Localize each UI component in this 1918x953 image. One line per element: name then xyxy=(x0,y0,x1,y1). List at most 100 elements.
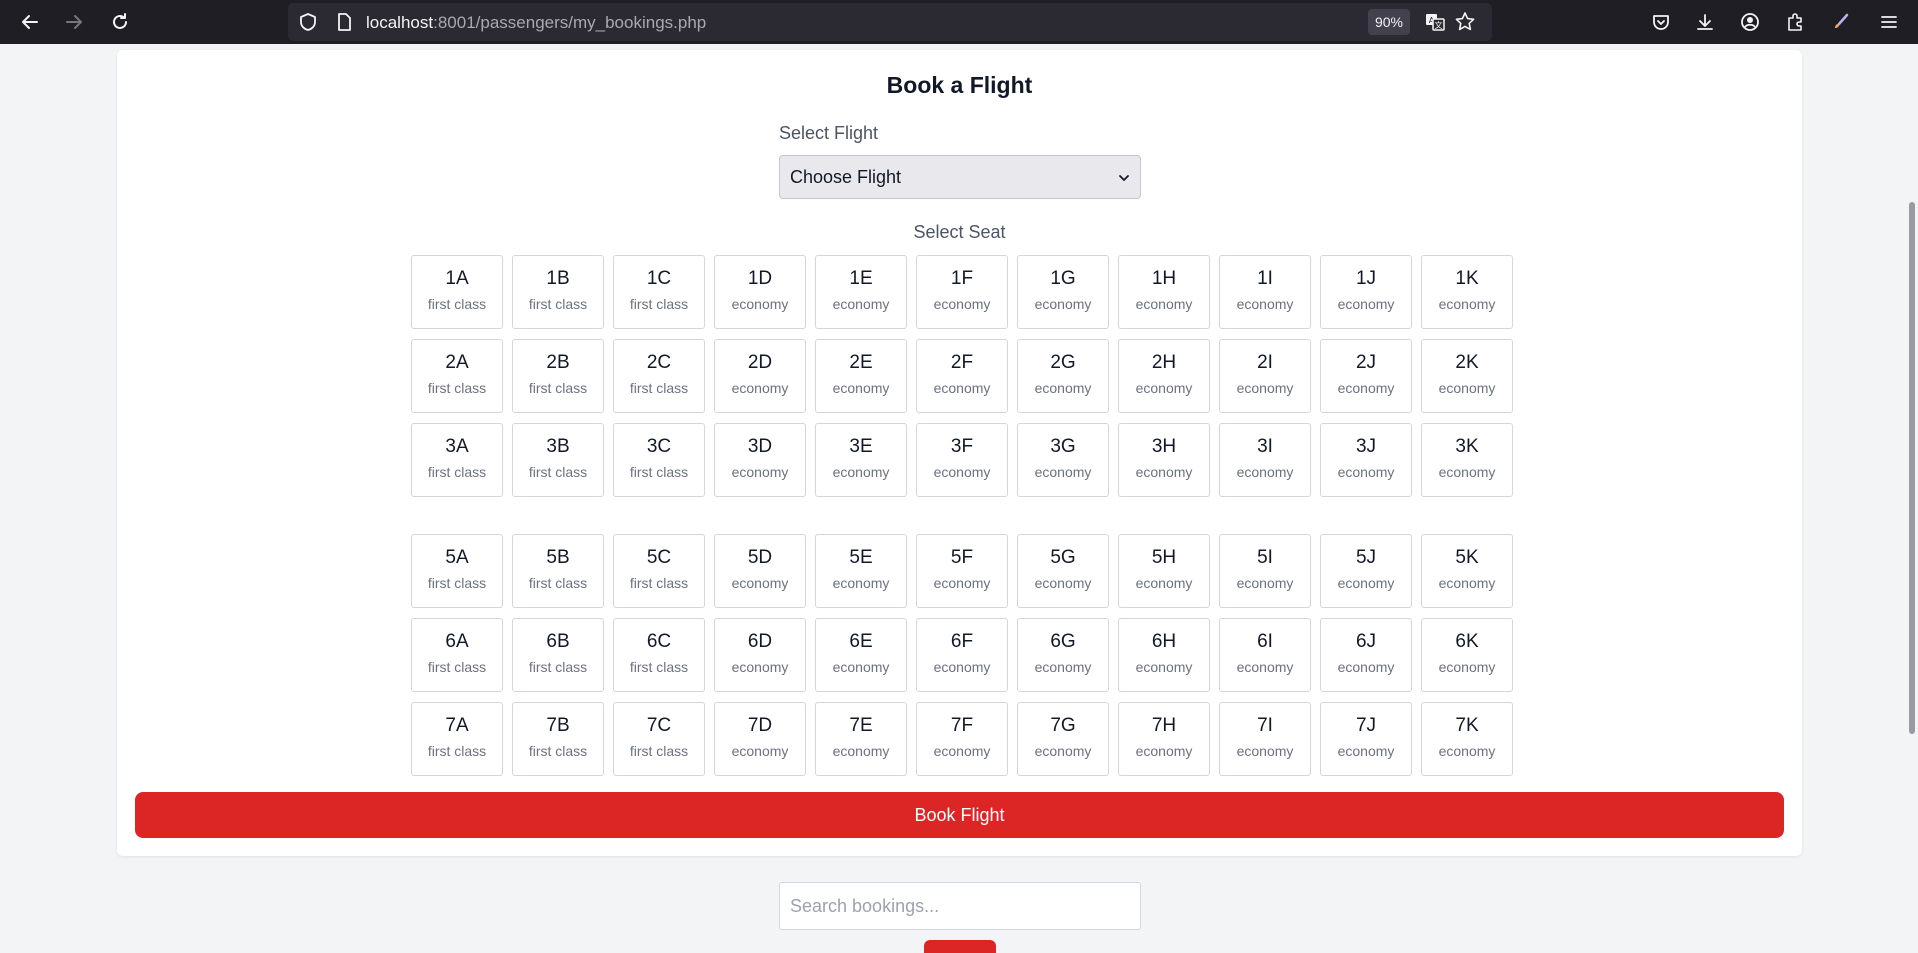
seat-5j[interactable]: 5J economy xyxy=(1320,534,1412,608)
customize-button[interactable] xyxy=(1828,9,1854,35)
seat-5b[interactable]: 5B first class xyxy=(512,534,604,608)
seat-3b[interactable]: 3B first class xyxy=(512,423,604,497)
seat-7g[interactable]: 7G economy xyxy=(1017,702,1109,776)
seat-6d[interactable]: 6D economy xyxy=(714,618,806,692)
seat-7i[interactable]: 7I economy xyxy=(1219,702,1311,776)
seat-number: 5K xyxy=(1455,547,1479,568)
seat-5e[interactable]: 5E economy xyxy=(815,534,907,608)
seat-5g[interactable]: 5G economy xyxy=(1017,534,1109,608)
seat-class: economy xyxy=(1034,659,1092,675)
seat-7a[interactable]: 7A first class xyxy=(411,702,503,776)
seat-7f[interactable]: 7F economy xyxy=(916,702,1008,776)
seat-5d[interactable]: 5D economy xyxy=(714,534,806,608)
seat-1f[interactable]: 1F economy xyxy=(916,255,1008,329)
seat-class: economy xyxy=(1337,575,1395,591)
seat-2e[interactable]: 2E economy xyxy=(815,339,907,413)
seat-number: 7F xyxy=(950,715,974,736)
app-menu-button[interactable] xyxy=(1876,9,1902,35)
shield-icon[interactable] xyxy=(298,12,318,32)
flight-select[interactable]: Choose Flight xyxy=(779,155,1141,199)
seat-2k[interactable]: 2K economy xyxy=(1421,339,1513,413)
seat-class: economy xyxy=(1034,380,1092,396)
seat-5f[interactable]: 5F economy xyxy=(916,534,1008,608)
search-bookings-input[interactable] xyxy=(779,882,1141,930)
seat-7j[interactable]: 7J economy xyxy=(1320,702,1412,776)
seat-class: first class xyxy=(629,575,689,591)
seat-3h[interactable]: 3H economy xyxy=(1118,423,1210,497)
seat-5c[interactable]: 5C first class xyxy=(613,534,705,608)
seat-5a[interactable]: 5A first class xyxy=(411,534,503,608)
seat-1e[interactable]: 1E economy xyxy=(815,255,907,329)
reload-button[interactable] xyxy=(104,6,136,38)
seat-6c[interactable]: 6C first class xyxy=(613,618,705,692)
seat-7b[interactable]: 7B first class xyxy=(512,702,604,776)
seat-class: first class xyxy=(427,380,487,396)
seat-2j[interactable]: 2J economy xyxy=(1320,339,1412,413)
zoom-level-badge[interactable]: 90% xyxy=(1368,9,1410,35)
back-button[interactable] xyxy=(14,6,46,38)
address-bar[interactable]: localhost:8001/passengers/my_bookings.ph… xyxy=(288,3,1492,41)
seat-1b[interactable]: 1B first class xyxy=(512,255,604,329)
seat-3i[interactable]: 3I economy xyxy=(1219,423,1311,497)
seat-class: economy xyxy=(832,464,890,480)
downloads-button[interactable] xyxy=(1692,9,1718,35)
seat-6j[interactable]: 6J economy xyxy=(1320,618,1412,692)
seat-7k[interactable]: 7K economy xyxy=(1421,702,1513,776)
seat-6e[interactable]: 6E economy xyxy=(815,618,907,692)
browser-toolbar: localhost:8001/passengers/my_bookings.ph… xyxy=(0,0,1918,44)
seat-6h[interactable]: 6H economy xyxy=(1118,618,1210,692)
seat-2a[interactable]: 2A first class xyxy=(411,339,503,413)
seat-6b[interactable]: 6B first class xyxy=(512,618,604,692)
seat-6a[interactable]: 6A first class xyxy=(411,618,503,692)
seat-5k[interactable]: 5K economy xyxy=(1421,534,1513,608)
seat-3g[interactable]: 3G economy xyxy=(1017,423,1109,497)
seat-3a[interactable]: 3A first class xyxy=(411,423,503,497)
seat-3c[interactable]: 3C first class xyxy=(613,423,705,497)
url-text[interactable]: localhost:8001/passengers/my_bookings.ph… xyxy=(366,13,706,33)
seat-2g[interactable]: 2G economy xyxy=(1017,339,1109,413)
seat-2c[interactable]: 2C first class xyxy=(613,339,705,413)
seat-3k[interactable]: 3K economy xyxy=(1421,423,1513,497)
account-button[interactable] xyxy=(1737,9,1763,35)
seat-7c[interactable]: 7C first class xyxy=(613,702,705,776)
scrollbar-thumb[interactable] xyxy=(1909,202,1915,734)
seat-3d[interactable]: 3D economy xyxy=(714,423,806,497)
url-host: localhost xyxy=(366,13,434,32)
translate-icon[interactable]: A文 xyxy=(1424,11,1446,33)
seat-6g[interactable]: 6G economy xyxy=(1017,618,1109,692)
seat-1i[interactable]: 1I economy xyxy=(1219,255,1311,329)
seat-2d[interactable]: 2D economy xyxy=(714,339,806,413)
seat-6i[interactable]: 6I economy xyxy=(1219,618,1311,692)
seat-6k[interactable]: 6K economy xyxy=(1421,618,1513,692)
seat-1g[interactable]: 1G economy xyxy=(1017,255,1109,329)
seat-6f[interactable]: 6F economy xyxy=(916,618,1008,692)
seat-3j[interactable]: 3J economy xyxy=(1320,423,1412,497)
seat-1c[interactable]: 1C first class xyxy=(613,255,705,329)
seat-7d[interactable]: 7D economy xyxy=(714,702,806,776)
seat-3e[interactable]: 3E economy xyxy=(815,423,907,497)
search-button[interactable] xyxy=(924,940,996,953)
star-icon[interactable] xyxy=(1454,11,1476,33)
seat-2f[interactable]: 2F economy xyxy=(916,339,1008,413)
seat-1a[interactable]: 1A first class xyxy=(411,255,503,329)
seat-class: first class xyxy=(528,575,588,591)
seat-2b[interactable]: 2B first class xyxy=(512,339,604,413)
seat-3f[interactable]: 3F economy xyxy=(916,423,1008,497)
book-flight-button[interactable]: Book Flight xyxy=(135,792,1784,838)
seat-1h[interactable]: 1H economy xyxy=(1118,255,1210,329)
seat-1j[interactable]: 1J economy xyxy=(1320,255,1412,329)
extensions-button[interactable] xyxy=(1782,9,1808,35)
seat-7h[interactable]: 7H economy xyxy=(1118,702,1210,776)
pocket-button[interactable] xyxy=(1648,9,1674,35)
seat-1d[interactable]: 1D economy xyxy=(714,255,806,329)
seat-class: economy xyxy=(933,743,991,759)
page-icon[interactable] xyxy=(334,12,354,32)
page-scrollbar[interactable] xyxy=(1904,44,1918,953)
forward-button[interactable] xyxy=(58,6,90,38)
seat-2i[interactable]: 2I economy xyxy=(1219,339,1311,413)
seat-2h[interactable]: 2H economy xyxy=(1118,339,1210,413)
seat-5h[interactable]: 5H economy xyxy=(1118,534,1210,608)
seat-5i[interactable]: 5I economy xyxy=(1219,534,1311,608)
seat-7e[interactable]: 7E economy xyxy=(815,702,907,776)
seat-1k[interactable]: 1K economy xyxy=(1421,255,1513,329)
